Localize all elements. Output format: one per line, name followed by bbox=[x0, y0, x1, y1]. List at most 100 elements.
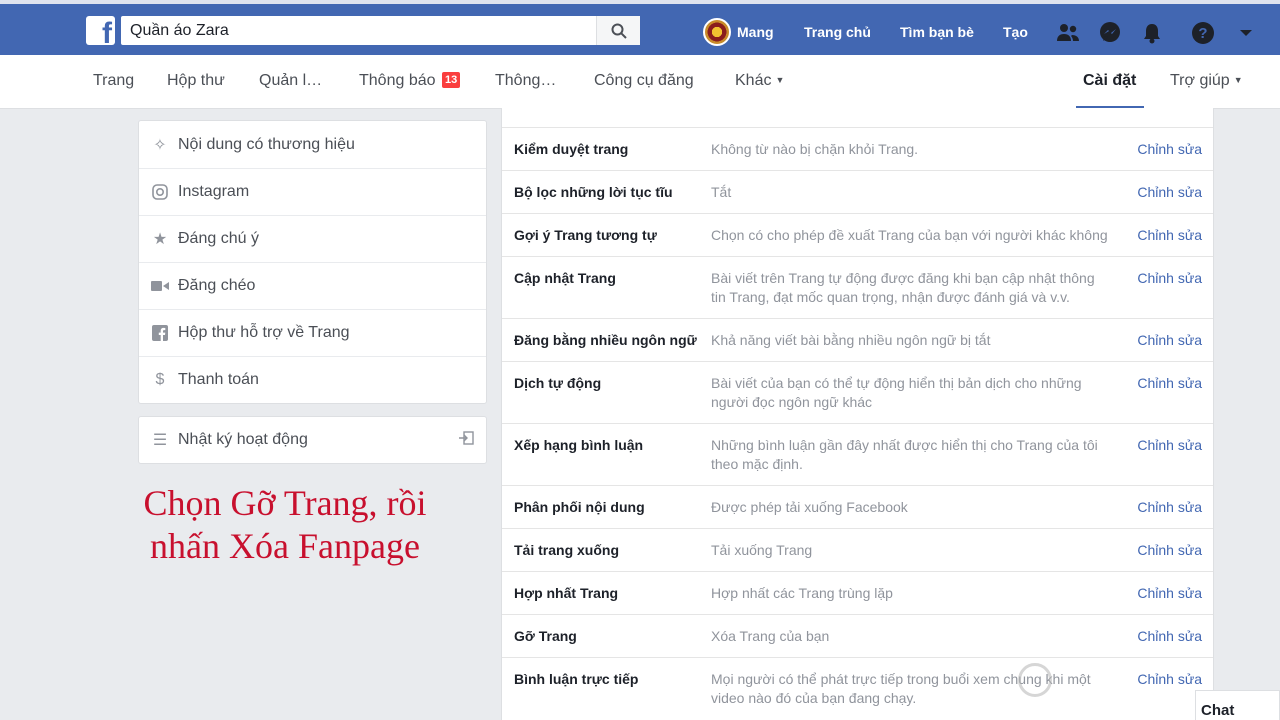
table-row[interactable]: Dịch tự động Bài viết của bạn có thể tự … bbox=[502, 362, 1213, 424]
avatar bbox=[703, 18, 731, 46]
edit-link[interactable]: Chỉnh sửa bbox=[1137, 332, 1202, 348]
sidebar-item-activity-log[interactable]: ☰ Nhật ký hoạt động bbox=[139, 417, 486, 463]
tab-page[interactable]: Trang bbox=[93, 72, 134, 90]
facebook-logo-icon[interactable]: f bbox=[86, 16, 115, 49]
caret-down-icon: ▼ bbox=[775, 75, 785, 85]
profile-link[interactable]: Mang bbox=[703, 18, 774, 46]
tab-insights[interactable]: Thông… bbox=[495, 72, 556, 90]
list-icon: ☰ bbox=[152, 432, 168, 449]
setting-description: Tải xuống Trang bbox=[711, 542, 813, 558]
setting-description: Xóa Trang của bạn bbox=[711, 628, 830, 644]
setting-label: Tải trang xuống bbox=[514, 542, 619, 558]
search-box bbox=[121, 16, 640, 45]
table-row[interactable]: Đăng bằng nhiều ngôn ngữ Khả năng viết b… bbox=[502, 319, 1213, 362]
search-icon bbox=[611, 23, 627, 39]
edit-link[interactable]: Chỉnh sửa bbox=[1137, 184, 1202, 200]
create-link[interactable]: Tạo bbox=[1003, 24, 1028, 40]
table-row[interactable]: Bộ lọc những lời tục tĩu Tắt Chỉnh sửa bbox=[502, 171, 1213, 214]
sidebar-item-label: Đăng chéo bbox=[178, 277, 256, 294]
tab-publishing-tools[interactable]: Công cụ đăng bbox=[594, 72, 694, 90]
edit-link[interactable]: Chỉnh sửa bbox=[1137, 227, 1202, 243]
sidebar-item-featured[interactable]: ★ Đáng chú ý bbox=[139, 215, 486, 262]
table-row-partial bbox=[502, 108, 1213, 128]
instagram-icon bbox=[151, 183, 169, 201]
setting-label: Kiểm duyệt trang bbox=[514, 141, 629, 157]
edit-link[interactable]: Chỉnh sửa bbox=[1137, 141, 1202, 157]
table-row[interactable]: Hợp nhất Trang Hợp nhất các Trang trùng … bbox=[502, 572, 1213, 615]
sidebar-item-crossposting[interactable]: Đăng chéo bbox=[139, 262, 486, 309]
sidebar-item-label: Đáng chú ý bbox=[178, 230, 259, 247]
tab-help-label: Trợ giúp bbox=[1170, 72, 1230, 89]
open-external-icon bbox=[458, 430, 474, 450]
sidebar-item-label: Instagram bbox=[178, 183, 250, 200]
star-icon: ★ bbox=[152, 231, 168, 248]
caption-line-1: Chọn Gỡ Trang, rồi bbox=[143, 483, 427, 523]
svg-text:?: ? bbox=[1198, 25, 1207, 42]
tab-manage[interactable]: Quản l… bbox=[259, 72, 322, 90]
setting-description: Bài viết trên Trang tự động được đăng kh… bbox=[711, 270, 1095, 305]
setting-description: Không từ nào bị chặn khỏi Trang. bbox=[711, 141, 919, 157]
notifications-icon[interactable] bbox=[1140, 21, 1164, 45]
tutorial-caption: Chọn Gỡ Trang, rồi nhấn Xóa Fanpage bbox=[100, 482, 470, 568]
table-row[interactable]: Tải trang xuống Tải xuống Trang Chỉnh sử… bbox=[502, 529, 1213, 572]
find-friends-link[interactable]: Tìm bạn bè bbox=[900, 24, 974, 40]
table-row[interactable]: Xếp hạng bình luận Những bình luận gần đ… bbox=[502, 424, 1213, 486]
sidebar-item-label: Thanh toán bbox=[178, 371, 259, 388]
edit-link[interactable]: Chỉnh sửa bbox=[1137, 437, 1202, 453]
chat-button[interactable]: Chat bbox=[1195, 690, 1280, 720]
sidebar-item-instagram[interactable]: Instagram bbox=[139, 168, 486, 215]
edit-link[interactable]: Chỉnh sửa bbox=[1137, 270, 1202, 286]
top-bar: f Mang Trang chủ Tìm bạn bè Tạo ? bbox=[0, 0, 1280, 55]
messenger-icon[interactable] bbox=[1098, 21, 1122, 45]
help-icon[interactable]: ? bbox=[1191, 21, 1215, 45]
sidebar-item-page-support-inbox[interactable]: Hộp thư hỗ trợ về Trang bbox=[139, 309, 486, 356]
setting-label: Xếp hạng bình luận bbox=[514, 437, 644, 453]
search-input[interactable] bbox=[121, 16, 591, 45]
sidebar-item-label: Hộp thư hỗ trợ về Trang bbox=[178, 324, 350, 341]
home-link[interactable]: Trang chủ bbox=[804, 24, 871, 40]
search-button[interactable] bbox=[596, 16, 640, 45]
setting-description: Chọn có cho phép đề xuất Trang của bạn v… bbox=[711, 227, 1108, 243]
edit-link[interactable]: Chỉnh sửa bbox=[1137, 375, 1202, 391]
setting-description: Bài viết của bạn có thể tự động hiển thị… bbox=[711, 375, 1082, 410]
table-row[interactable]: Phân phối nội dung Được phép tải xuống F… bbox=[502, 486, 1213, 529]
table-row[interactable]: Kiểm duyệt trang Không từ nào bị chặn kh… bbox=[502, 128, 1213, 171]
setting-label: Bộ lọc những lời tục tĩu bbox=[514, 184, 673, 200]
general-settings-list: Kiểm duyệt trang Không từ nào bị chặn kh… bbox=[501, 108, 1214, 720]
edit-link[interactable]: Chỉnh sửa bbox=[1137, 542, 1202, 558]
tab-inbox[interactable]: Hộp thư bbox=[167, 72, 225, 90]
setting-label: Cập nhật Trang bbox=[514, 270, 616, 286]
dropdown-icon[interactable] bbox=[1234, 21, 1258, 45]
page-subnav: Trang Hộp thư Quản l… Thông báo 13 Thông… bbox=[0, 55, 1280, 109]
sidebar-item-label: Nội dung có thương hiệu bbox=[178, 135, 355, 153]
table-row[interactable]: Gợi ý Trang tương tự Chọn có cho phép đề… bbox=[502, 214, 1213, 257]
dollar-icon: $ bbox=[155, 371, 165, 388]
activity-log-card: ☰ Nhật ký hoạt động bbox=[138, 416, 487, 464]
sidebar-item-payments[interactable]: $ Thanh toán bbox=[139, 356, 486, 403]
setting-description: Tắt bbox=[711, 184, 732, 200]
sidebar-item-label: Nhật ký hoạt động bbox=[178, 431, 308, 448]
tab-settings[interactable]: Cài đặt bbox=[1083, 72, 1136, 90]
tab-more[interactable]: Khác ▼ bbox=[735, 72, 784, 90]
facebook-icon bbox=[151, 324, 169, 342]
edit-link[interactable]: Chỉnh sửa bbox=[1137, 585, 1202, 601]
table-row-remove-page[interactable]: Gỡ Trang Xóa Trang của bạn Chỉnh sửa bbox=[502, 615, 1213, 658]
setting-label: Phân phối nội dung bbox=[514, 499, 645, 515]
setting-description: Được phép tải xuống Facebook bbox=[711, 499, 908, 515]
edit-remove-page-link[interactable]: Chỉnh sửa bbox=[1137, 628, 1202, 644]
edit-link[interactable]: Chỉnh sửa bbox=[1137, 499, 1202, 515]
caret-down-icon: ▼ bbox=[1233, 75, 1243, 85]
video-camera-icon bbox=[151, 277, 169, 295]
setting-description: Hợp nhất các Trang trùng lặp bbox=[711, 585, 893, 601]
setting-description: Những bình luận gần đây nhất được hiển t… bbox=[711, 437, 1098, 472]
tab-help[interactable]: Trợ giúp ▼ bbox=[1170, 72, 1243, 90]
setting-description: Khả năng viết bài bằng nhiều ngôn ngữ bị… bbox=[711, 332, 991, 348]
user-name: Mang bbox=[737, 24, 774, 40]
setting-label: Gợi ý Trang tương tự bbox=[514, 227, 657, 243]
sidebar-item-branded-content[interactable]: ✧ Nội dung có thương hiệu bbox=[139, 121, 486, 168]
table-row[interactable]: Cập nhật Trang Bài viết trên Trang tự độ… bbox=[502, 257, 1213, 319]
caption-line-2: nhấn Xóa Fanpage bbox=[150, 526, 420, 566]
friends-icon[interactable] bbox=[1056, 21, 1080, 45]
settings-sidebar: ✧ Nội dung có thương hiệu Instagram ★ Đá… bbox=[138, 120, 487, 404]
tab-notifications[interactable]: Thông báo 13 bbox=[359, 72, 461, 90]
